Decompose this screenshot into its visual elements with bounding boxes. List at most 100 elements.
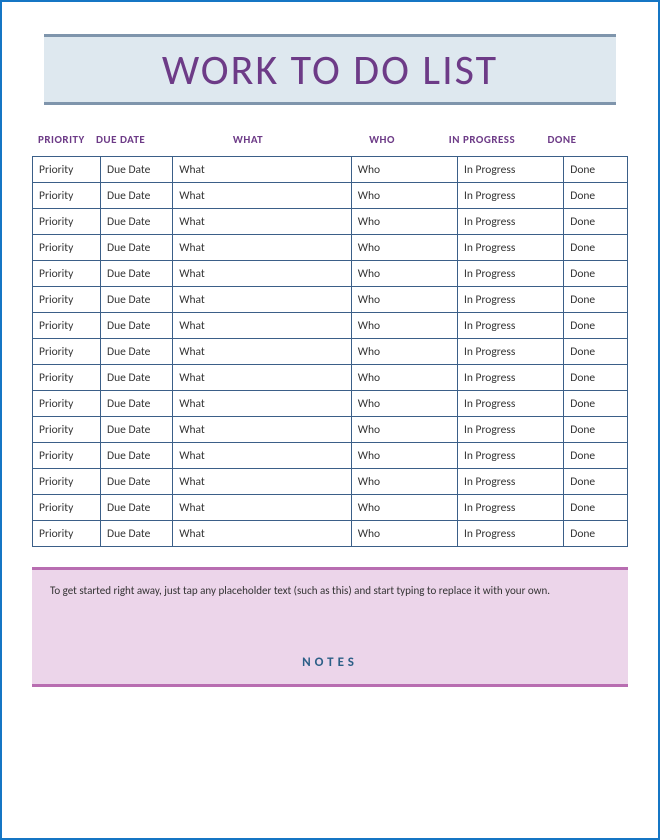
table-cell[interactable]: Priority bbox=[33, 521, 101, 547]
table-cell[interactable]: Who bbox=[351, 287, 457, 313]
table-cell[interactable]: Due Date bbox=[101, 209, 173, 235]
table-cell[interactable]: In Progress bbox=[458, 521, 564, 547]
table-cell[interactable]: Who bbox=[351, 235, 457, 261]
table-cell[interactable]: Done bbox=[564, 313, 628, 339]
table-cell[interactable]: Who bbox=[351, 157, 457, 183]
table-cell[interactable]: Done bbox=[564, 209, 628, 235]
table-cell[interactable]: Who bbox=[351, 313, 457, 339]
table-cell[interactable]: In Progress bbox=[458, 157, 564, 183]
table-cell[interactable]: Who bbox=[351, 469, 457, 495]
table-cell[interactable]: Done bbox=[564, 183, 628, 209]
table-cell[interactable]: Due Date bbox=[101, 417, 173, 443]
table-cell[interactable]: Done bbox=[564, 417, 628, 443]
table-cell[interactable]: Priority bbox=[33, 365, 101, 391]
table-cell[interactable]: In Progress bbox=[458, 183, 564, 209]
table-cell[interactable]: Priority bbox=[33, 157, 101, 183]
table-cell[interactable]: Done bbox=[564, 495, 628, 521]
col-priority: PRIORITY bbox=[32, 133, 96, 146]
table-cell[interactable]: What bbox=[173, 495, 352, 521]
table-cell[interactable]: Priority bbox=[33, 235, 101, 261]
table-cell[interactable]: In Progress bbox=[458, 495, 564, 521]
table-row: PriorityDue DateWhatWhoIn ProgressDone bbox=[33, 313, 628, 339]
table-cell[interactable]: Priority bbox=[33, 417, 101, 443]
notes-instruction[interactable]: To get started right away, just tap any … bbox=[50, 584, 610, 599]
table-cell[interactable]: What bbox=[173, 443, 352, 469]
table-row: PriorityDue DateWhatWhoIn ProgressDone bbox=[33, 157, 628, 183]
table-cell[interactable]: Who bbox=[351, 391, 457, 417]
table-cell[interactable]: What bbox=[173, 313, 352, 339]
col-done: DONE bbox=[532, 133, 592, 146]
table-cell[interactable]: What bbox=[173, 183, 352, 209]
table-cell[interactable]: Due Date bbox=[101, 235, 173, 261]
table-cell[interactable]: Due Date bbox=[101, 365, 173, 391]
table-cell[interactable]: What bbox=[173, 209, 352, 235]
table-cell[interactable]: Priority bbox=[33, 443, 101, 469]
table-cell[interactable]: Due Date bbox=[101, 495, 173, 521]
table-cell[interactable]: What bbox=[173, 235, 352, 261]
table-cell[interactable]: Who bbox=[351, 495, 457, 521]
table-cell[interactable]: Due Date bbox=[101, 287, 173, 313]
table-cell[interactable]: What bbox=[173, 365, 352, 391]
table-cell[interactable]: What bbox=[173, 261, 352, 287]
notes-block: To get started right away, just tap any … bbox=[32, 567, 628, 687]
table-cell[interactable]: Due Date bbox=[101, 443, 173, 469]
table-cell[interactable]: Done bbox=[564, 261, 628, 287]
table-cell[interactable]: Due Date bbox=[101, 521, 173, 547]
table-cell[interactable]: What bbox=[173, 157, 352, 183]
table-cell[interactable]: What bbox=[173, 469, 352, 495]
table-cell[interactable]: Priority bbox=[33, 339, 101, 365]
table-cell[interactable]: Done bbox=[564, 365, 628, 391]
table-cell[interactable]: Priority bbox=[33, 313, 101, 339]
table-cell[interactable]: In Progress bbox=[458, 391, 564, 417]
table-row: PriorityDue DateWhatWhoIn ProgressDone bbox=[33, 417, 628, 443]
table-cell[interactable]: Who bbox=[351, 209, 457, 235]
table-cell[interactable]: Done bbox=[564, 157, 628, 183]
table-cell[interactable]: Priority bbox=[33, 209, 101, 235]
table-cell[interactable]: What bbox=[173, 521, 352, 547]
table-cell[interactable]: What bbox=[173, 339, 352, 365]
table-cell[interactable]: Due Date bbox=[101, 313, 173, 339]
table-cell[interactable]: In Progress bbox=[458, 261, 564, 287]
table-cell[interactable]: Who bbox=[351, 521, 457, 547]
table-cell[interactable]: Who bbox=[351, 339, 457, 365]
table-cell[interactable]: Who bbox=[351, 417, 457, 443]
table-cell[interactable]: In Progress bbox=[458, 339, 564, 365]
table-cell[interactable]: In Progress bbox=[458, 209, 564, 235]
table-row: PriorityDue DateWhatWhoIn ProgressDone bbox=[33, 391, 628, 417]
table-cell[interactable]: Priority bbox=[33, 183, 101, 209]
table-cell[interactable]: Due Date bbox=[101, 339, 173, 365]
table-cell[interactable]: Who bbox=[351, 365, 457, 391]
table-cell[interactable]: Priority bbox=[33, 261, 101, 287]
page-title: WORK TO DO LIST bbox=[44, 45, 616, 96]
table-cell[interactable]: Who bbox=[351, 183, 457, 209]
table-cell[interactable]: Priority bbox=[33, 391, 101, 417]
table-cell[interactable]: In Progress bbox=[458, 417, 564, 443]
table-cell[interactable]: Done bbox=[564, 287, 628, 313]
table-cell[interactable]: In Progress bbox=[458, 313, 564, 339]
table-cell[interactable]: What bbox=[173, 391, 352, 417]
table-cell[interactable]: In Progress bbox=[458, 365, 564, 391]
table-cell[interactable]: In Progress bbox=[458, 469, 564, 495]
table-cell[interactable]: Done bbox=[564, 391, 628, 417]
table-cell[interactable]: Due Date bbox=[101, 261, 173, 287]
table-cell[interactable]: Done bbox=[564, 339, 628, 365]
table-row: PriorityDue DateWhatWhoIn ProgressDone bbox=[33, 443, 628, 469]
table-cell[interactable]: Due Date bbox=[101, 157, 173, 183]
table-cell[interactable]: Done bbox=[564, 443, 628, 469]
table-cell[interactable]: In Progress bbox=[458, 287, 564, 313]
table-cell[interactable]: Done bbox=[564, 521, 628, 547]
table-cell[interactable]: Priority bbox=[33, 495, 101, 521]
table-cell[interactable]: Done bbox=[564, 235, 628, 261]
table-cell[interactable]: Who bbox=[351, 261, 457, 287]
table-cell[interactable]: What bbox=[173, 287, 352, 313]
table-cell[interactable]: Priority bbox=[33, 287, 101, 313]
table-cell[interactable]: In Progress bbox=[458, 235, 564, 261]
table-cell[interactable]: Done bbox=[564, 469, 628, 495]
table-cell[interactable]: What bbox=[173, 417, 352, 443]
table-cell[interactable]: Who bbox=[351, 443, 457, 469]
table-cell[interactable]: Due Date bbox=[101, 469, 173, 495]
table-cell[interactable]: Priority bbox=[33, 469, 101, 495]
table-cell[interactable]: Due Date bbox=[101, 391, 173, 417]
table-cell[interactable]: In Progress bbox=[458, 443, 564, 469]
table-cell[interactable]: Due Date bbox=[101, 183, 173, 209]
